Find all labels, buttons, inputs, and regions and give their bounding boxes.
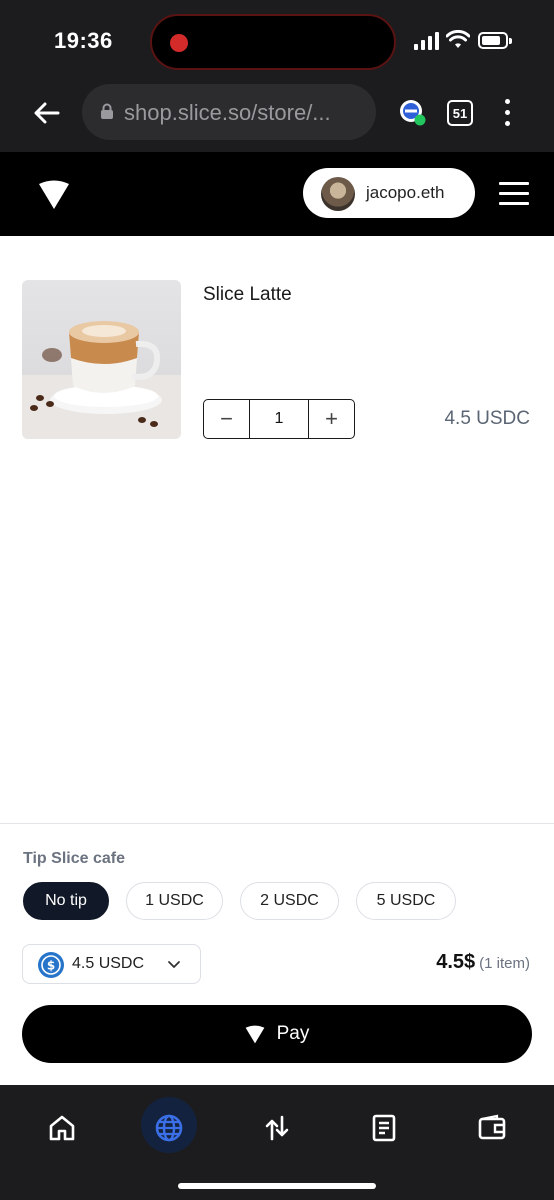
currency-select[interactable]: $ 4.5 USDC: [22, 944, 201, 984]
avatar: [321, 177, 355, 211]
recording-indicator-icon: [170, 34, 188, 52]
status-time: 19:36: [54, 28, 113, 53]
pay-button[interactable]: Pay: [22, 1005, 532, 1063]
home-icon[interactable]: [39, 1105, 85, 1151]
slice-logo-icon: [245, 1025, 264, 1044]
more-menu-icon[interactable]: [498, 98, 518, 128]
order-total: 4.5$ (1 item): [436, 951, 530, 974]
arrow-left-icon: [34, 102, 60, 124]
slice-logo-icon[interactable]: [38, 178, 70, 210]
browser-toolbar: shop.slice.so/store/... 51: [0, 80, 554, 152]
status-bar: 19:36: [0, 0, 554, 80]
increment-button[interactable]: +: [309, 400, 354, 438]
back-button[interactable]: [30, 96, 64, 130]
globe-icon[interactable]: [146, 1105, 192, 1151]
total-items: (1 item): [479, 955, 530, 972]
quantity-stepper: − 1 +: [203, 399, 355, 439]
signal-icon: [414, 32, 440, 50]
tip-option-2[interactable]: 2 USDC: [240, 882, 339, 920]
tip-option-none[interactable]: No tip: [23, 882, 109, 920]
product-image: [22, 280, 181, 439]
document-icon[interactable]: [361, 1105, 407, 1151]
tab-count-button[interactable]: 51: [447, 100, 473, 126]
battery-icon: [478, 32, 512, 49]
pay-label: Pay: [276, 1023, 310, 1044]
tip-option-1[interactable]: 1 USDC: [126, 882, 223, 920]
home-indicator: [178, 1183, 376, 1189]
wifi-icon: [446, 30, 470, 48]
latte-cup-icon: [22, 321, 181, 439]
extension-icon[interactable]: [398, 98, 426, 126]
svg-text:$: $: [47, 959, 55, 973]
usdc-icon: $: [38, 952, 64, 978]
url-text: shop.slice.so/store/...: [124, 100, 331, 125]
currency-amount: 4.5 USDC: [72, 955, 145, 972]
total-amount: 4.5$: [436, 951, 476, 973]
decrement-button[interactable]: −: [204, 400, 249, 438]
tip-title: Tip Slice cafe: [23, 850, 125, 867]
checkout-panel: Tip Slice cafe No tip 1 USDC 2 USDC 5 US…: [0, 823, 554, 1085]
wallet-icon[interactable]: [469, 1105, 515, 1151]
dynamic-island: [150, 14, 396, 70]
hamburger-menu-icon[interactable]: [499, 182, 529, 205]
bottom-nav: [0, 1085, 554, 1200]
tip-option-5[interactable]: 5 USDC: [356, 882, 456, 920]
product-price: 4.5 USDC: [444, 408, 530, 429]
quantity-value[interactable]: 1: [249, 400, 309, 438]
chevron-down-icon: [168, 961, 180, 968]
product-name: Slice Latte: [203, 284, 292, 305]
site-header: jacopo.eth: [0, 152, 554, 236]
user-account-button[interactable]: jacopo.eth: [303, 168, 475, 218]
swap-icon[interactable]: [254, 1105, 300, 1151]
username: jacopo.eth: [366, 183, 445, 202]
lock-icon: [101, 103, 113, 119]
address-bar[interactable]: shop.slice.so/store/...: [82, 84, 376, 140]
